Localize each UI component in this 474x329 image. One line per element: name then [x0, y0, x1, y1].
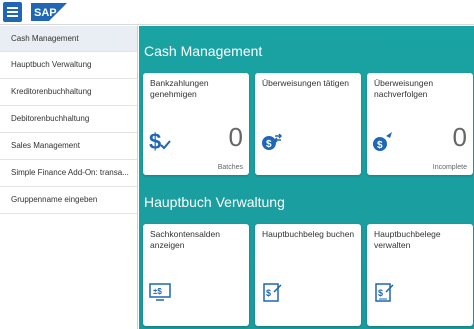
- tile-unit: Incomplete: [432, 164, 467, 171]
- svg-text:$: $: [378, 288, 383, 298]
- tile-number: 0: [228, 122, 243, 152]
- tile-title: Hauptbuchbeleg buchen: [262, 229, 355, 239]
- svg-text:$: $: [266, 139, 272, 150]
- group-title-cash-management: Cash Management: [144, 43, 263, 59]
- hamburger-icon[interactable]: [3, 2, 22, 22]
- sidebar-item-debitorenbuchhaltung[interactable]: Debitorenbuchhaltung: [0, 106, 137, 133]
- tile-sachkontensalden-anzeigen[interactable]: Sachkontensalden anzeigen ±$: [143, 224, 249, 326]
- money-track-icon: $: [372, 128, 396, 152]
- sidebar-item-hauptbuch-verwaltung[interactable]: Hauptbuch Verwaltung: [0, 52, 137, 79]
- tile-hauptbuchbeleg-buchen[interactable]: Hauptbuchbeleg buchen $: [255, 224, 361, 326]
- account-balance-icon: ±$: [148, 280, 172, 304]
- tile-ueberweisungen-taetigen[interactable]: Überweisungen tätigen $: [255, 73, 361, 175]
- post-document-icon: $: [260, 280, 284, 304]
- shell-header: SAP: [0, 0, 474, 25]
- tile-unit: Batches: [217, 164, 243, 171]
- sidebar-item-sales-management[interactable]: Sales Management: [0, 133, 137, 160]
- tile-title: Sachkontensalden anzeigen: [150, 229, 220, 250]
- tile-title: Überweisungen tätigen: [262, 78, 349, 88]
- svg-text:$: $: [266, 288, 271, 298]
- sidebar-item-kreditorenbuchhaltung[interactable]: Kreditorenbuchhaltung: [0, 79, 137, 106]
- svg-text:$: $: [377, 140, 383, 151]
- launchpad-content: Cash Management Bankzahlungen genehmigen…: [139, 26, 474, 329]
- manage-documents-icon: $: [372, 280, 396, 304]
- dollar-check-icon: $: [148, 128, 172, 154]
- tile-bankzahlungen-genehmigen[interactable]: Bankzahlungen genehmigen $ 0 Batches: [143, 73, 249, 175]
- tile-title: Überweisungen nachverfolgen: [374, 78, 434, 99]
- sidebar: Cash Management Hauptbuch Verwaltung Kre…: [0, 26, 138, 329]
- tile-hauptbuchbelege-verwalten[interactable]: Hauptbuchbelege verwalten $: [367, 224, 473, 326]
- sidebar-item-gruppenname-eingeben[interactable]: Gruppenname eingeben: [0, 187, 137, 214]
- tile-ueberweisungen-nachverfolgen[interactable]: Überweisungen nachverfolgen $ 0 Incomple…: [367, 73, 473, 175]
- svg-text:±$: ±$: [153, 287, 162, 296]
- money-transfer-icon: $: [260, 128, 284, 152]
- sap-logo: SAP: [31, 3, 67, 21]
- tile-number: 0: [452, 122, 467, 152]
- tile-title: Hauptbuchbelege verwalten: [374, 229, 441, 250]
- sidebar-item-cash-management[interactable]: Cash Management: [0, 26, 137, 52]
- tile-title: Bankzahlungen genehmigen: [150, 78, 209, 99]
- group-title-hauptbuch-verwaltung: Hauptbuch Verwaltung: [144, 194, 285, 210]
- svg-text:$: $: [149, 129, 161, 152]
- logo-text: SAP: [34, 7, 57, 19]
- sidebar-item-simple-finance[interactable]: Simple Finance Add-On: transa...: [0, 160, 137, 187]
